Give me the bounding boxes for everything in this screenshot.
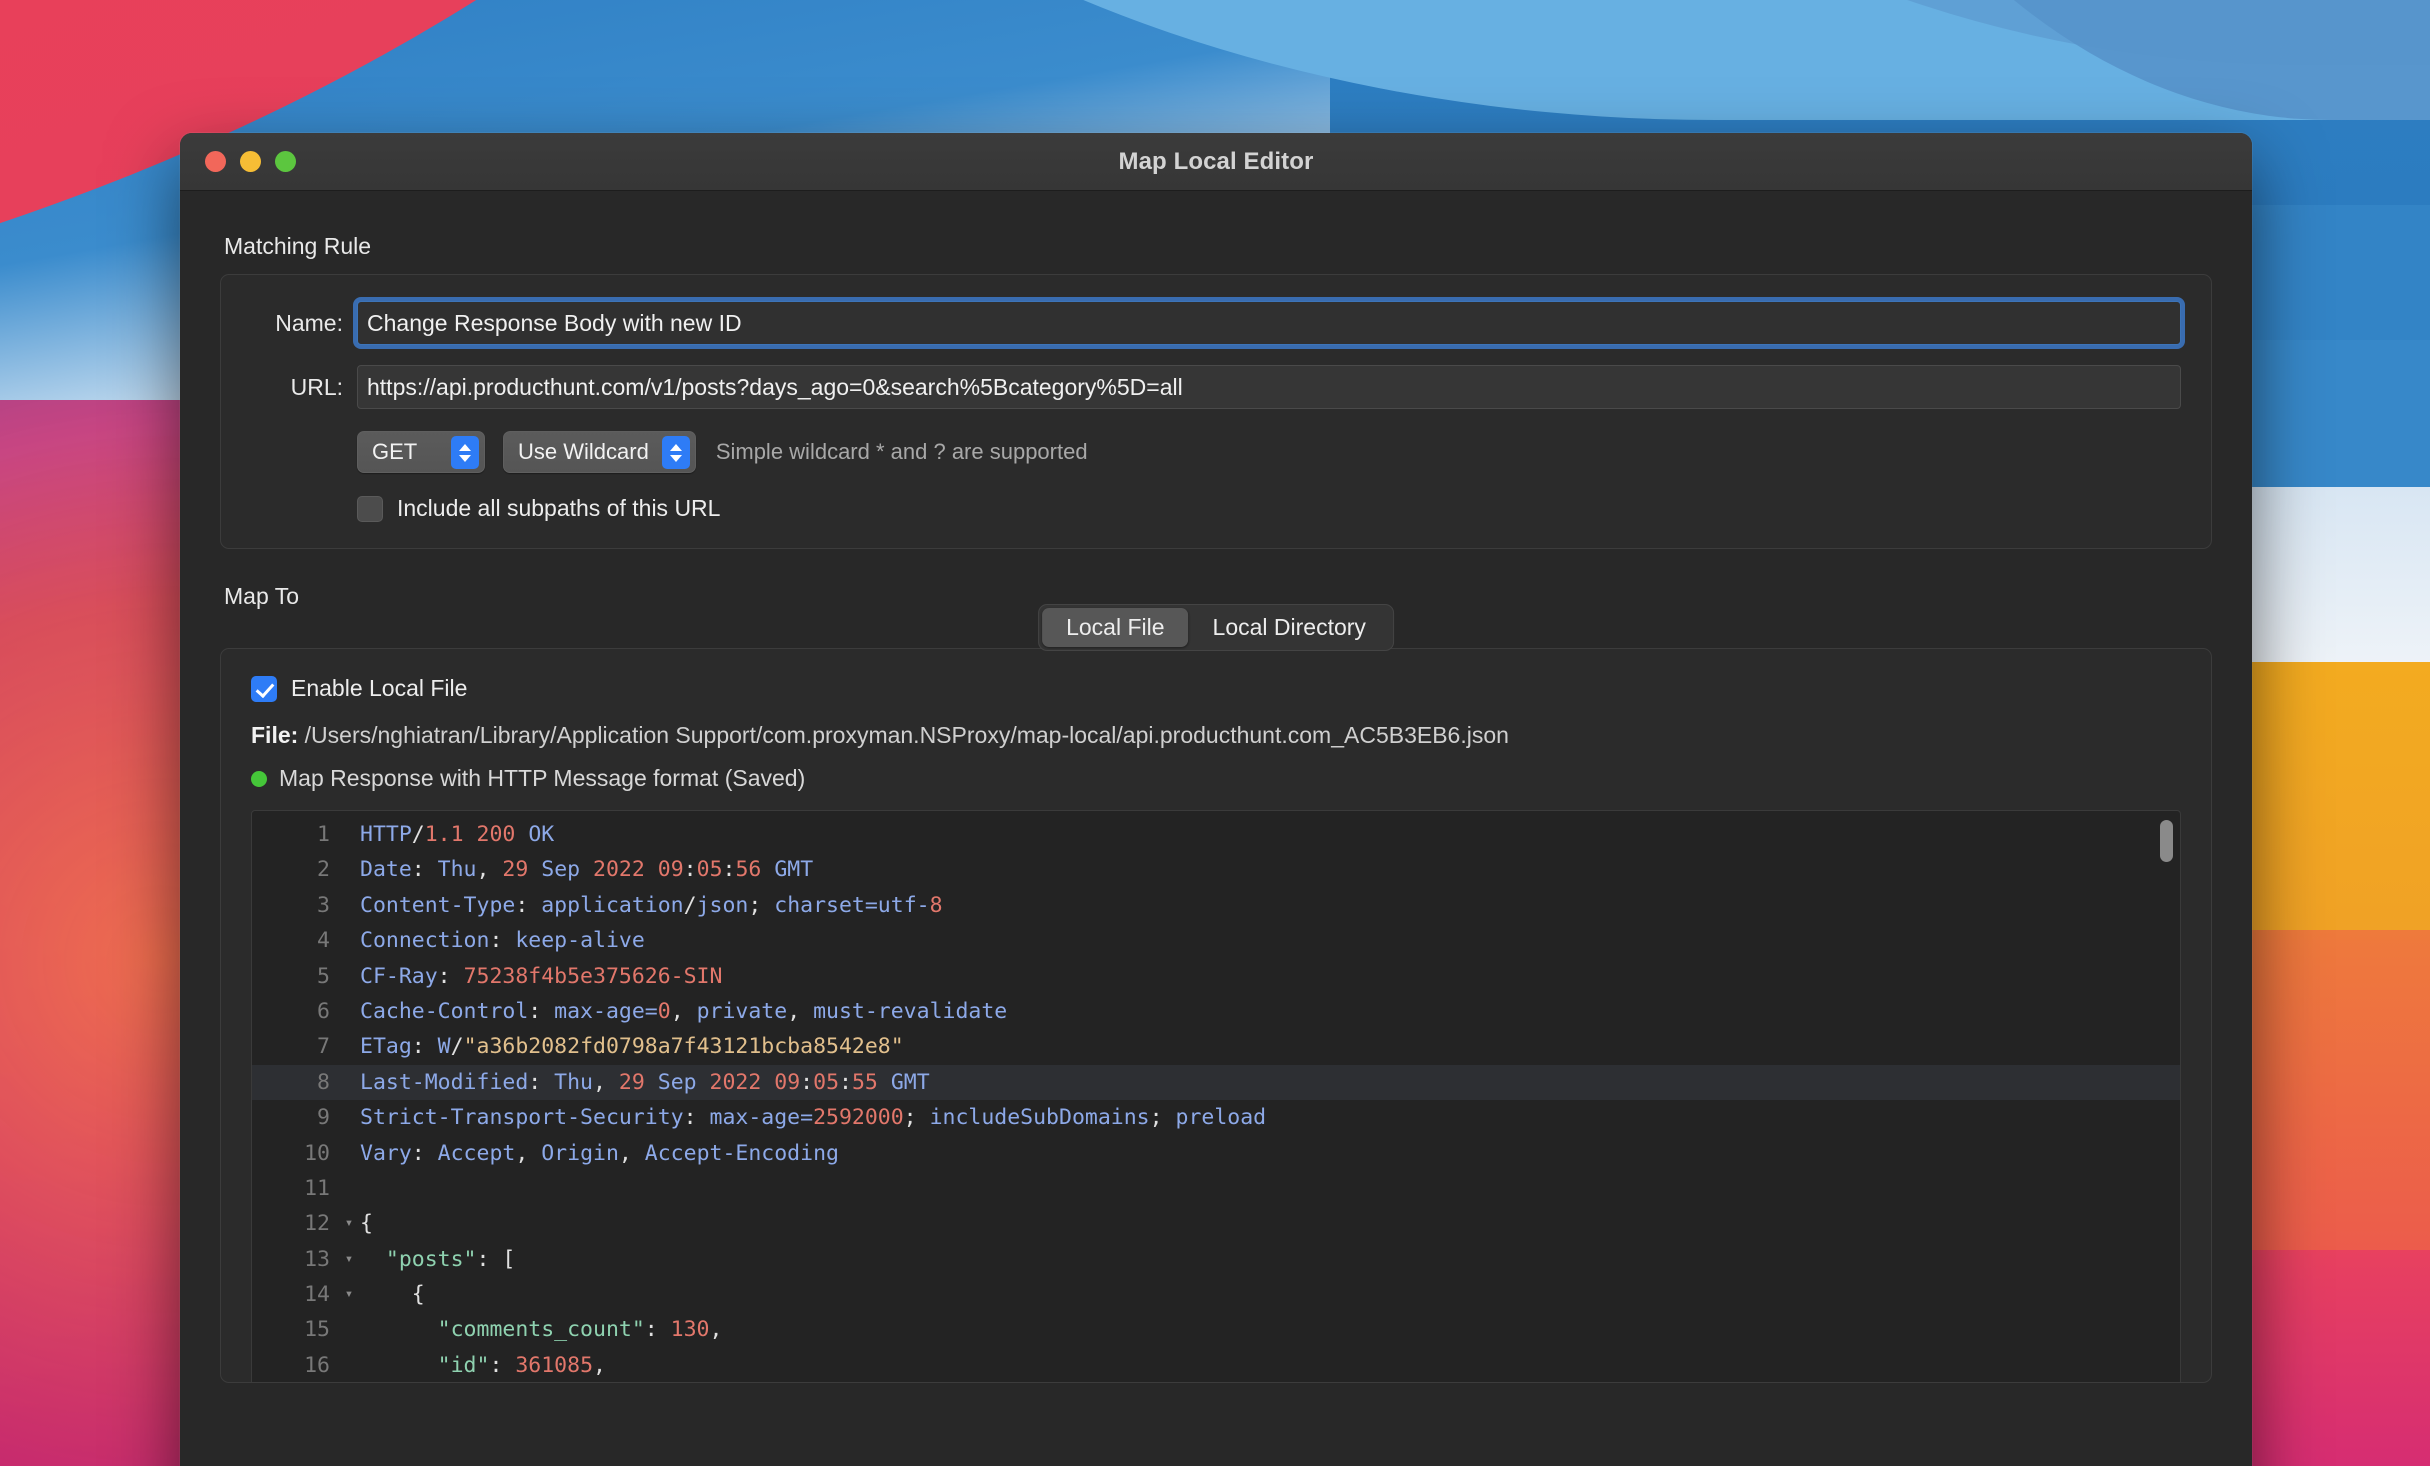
line-number: 3 — [317, 892, 330, 918]
response-code-editor[interactable]: 1 HTTP/1.1 200 OK 2 Date: Thu, 29 Sep 2022 … — [251, 810, 2181, 1382]
code-line-text: { — [360, 1211, 373, 1237]
code-line: 3 Content-Type: application/json; charset… — [252, 888, 2180, 923]
enable-local-file-row[interactable]: Enable Local File — [251, 675, 2181, 702]
code-line-text: "posts": [ — [385, 1246, 516, 1272]
code-line-text: HTTP/1.1 200 OK — [360, 822, 555, 847]
window-title: Map Local Editor — [1118, 147, 1314, 175]
code-line-text: Strict-Transport-Security: max-age=25920… — [360, 1105, 1267, 1131]
map-local-editor-window: Map Local Editor Matching Rule Name: URL… — [180, 133, 2252, 1466]
http-method-select[interactable]: GET — [357, 431, 485, 473]
line-number: 9 — [317, 1105, 330, 1131]
file-path-value: /Users/nghiatran/Library/Application Sup… — [304, 722, 1509, 748]
line-number: 16 — [304, 1352, 330, 1378]
chevron-updown-icon — [451, 436, 479, 469]
code-line-text: { — [411, 1282, 425, 1308]
include-subpaths-label: Include all subpaths of this URL — [397, 495, 721, 521]
fold-triangle-icon[interactable]: ▾ — [338, 1277, 360, 1312]
code-line: 5 CF-Ray: 75238f4b5e375626-SIN — [252, 959, 2180, 994]
code-line: 14 ▾ { — [252, 1277, 2180, 1312]
url-row: URL: — [251, 365, 2181, 409]
matching-rule-group: Name: URL: GET Use Wildcard — [220, 274, 2212, 549]
wildcard-hint-text: Simple wildcard * and ? are supported — [715, 439, 1088, 464]
map-to-group: Enable Local File File: /Users/nghiatran… — [220, 648, 2212, 1383]
status-dot-icon — [251, 770, 267, 787]
editor-scrollbar-thumb[interactable] — [2160, 820, 2173, 862]
line-number: 13 — [304, 1246, 330, 1272]
method-and-match-row: GET Use Wildcard Simple wildcard * and ?… — [251, 431, 2181, 473]
file-path-row: File: /Users/nghiatran/Library/Applicati… — [251, 722, 2181, 749]
code-line: 4 Connection: keep-alive — [252, 923, 2180, 958]
code-line: 9 Strict-Transport-Security: max-age=2592… — [252, 1100, 2180, 1135]
line-number: 1 — [317, 822, 330, 847]
rule-url-input[interactable] — [357, 365, 2181, 409]
chevron-updown-icon — [661, 436, 690, 469]
fold-triangle-icon[interactable]: ▾ — [338, 1242, 360, 1277]
code-line-text: Cache-Control: max-age=0, private, must-… — [360, 998, 1008, 1024]
rule-name-input[interactable] — [357, 301, 2181, 345]
window-content: Matching Rule Name: URL: GET Use — [180, 191, 2252, 1466]
line-number: 10 — [304, 1140, 330, 1166]
name-label: Name: — [275, 309, 343, 336]
line-number: 12 — [304, 1211, 330, 1237]
code-line: 2 Date: Thu, 29 Sep 2022 09:05:56 GMT — [252, 852, 2180, 887]
code-line: 16 "id": 361085, — [252, 1348, 2180, 1382]
map-to-tabs: Local File Local Directory — [1038, 604, 1394, 651]
code-line-text: "comments_count": 130, — [437, 1317, 723, 1343]
line-number: 8 — [317, 1069, 330, 1095]
code-line: 10 Vary: Accept, Origin, Accept-Encoding — [252, 1136, 2180, 1171]
code-line: 13 ▾ "posts": [ — [252, 1242, 2180, 1277]
tab-local-directory[interactable]: Local Directory — [1189, 608, 1390, 647]
matching-rule-heading: Matching Rule — [224, 233, 372, 259]
code-line: 7 ETag: W/"a36b2082fd0798a7f43121bcba8542… — [252, 1029, 2180, 1064]
code-line: 6 Cache-Control: max-age=0, private, must… — [252, 994, 2180, 1029]
line-number: 2 — [317, 857, 330, 883]
include-subpaths-row[interactable]: Include all subpaths of this URL — [251, 495, 2181, 522]
code-line: 8 Last-Modified: Thu, 29 Sep 2022 09:05:5… — [252, 1064, 2180, 1101]
line-number: 7 — [317, 1034, 330, 1060]
desktop-wallpaper: Map Local Editor Matching Rule Name: URL… — [0, 0, 2430, 1466]
line-number: 14 — [304, 1282, 330, 1308]
window-titlebar[interactable]: Map Local Editor — [180, 133, 2252, 191]
code-line: 15 "comments_count": 130, — [252, 1312, 2180, 1347]
match-type-select[interactable]: Use Wildcard — [503, 431, 696, 473]
http-method-value: GET — [372, 439, 418, 464]
file-label: File: — [251, 722, 299, 748]
line-number: 15 — [304, 1317, 330, 1343]
line-number: 5 — [317, 963, 330, 989]
line-number: 6 — [317, 998, 330, 1024]
code-line: 12 ▾{ — [252, 1206, 2180, 1241]
enable-local-file-checkbox[interactable] — [251, 675, 277, 702]
code-line-text: "id": 361085, — [437, 1352, 606, 1378]
fold-triangle-icon[interactable]: ▾ — [338, 1206, 360, 1241]
code-line: 11 — [252, 1171, 2180, 1206]
name-row: Name: — [251, 301, 2181, 345]
code-line: 1 HTTP/1.1 200 OK — [252, 817, 2180, 852]
code-line-text: ETag: W/"a36b2082fd0798a7f43121bcba8542e… — [360, 1034, 904, 1060]
code-line-text: CF-Ray: 75238f4b5e375626-SIN — [360, 963, 723, 989]
match-type-value: Use Wildcard — [518, 439, 649, 464]
code-line-text: Connection: keep-alive — [360, 928, 645, 954]
enable-local-file-label: Enable Local File — [291, 675, 468, 701]
code-line-text: Vary: Accept, Origin, Accept-Encoding — [360, 1140, 839, 1166]
code-line-text: Content-Type: application/json; charset=… — [360, 892, 943, 918]
code-line-text: Last-Modified: Thu, 29 Sep 2022 09:05:55… — [360, 1069, 930, 1095]
code-line-text: Date: Thu, 29 Sep 2022 09:05:56 GMT — [360, 857, 814, 883]
line-number: 4 — [317, 928, 330, 954]
line-number: 11 — [304, 1175, 330, 1201]
tab-local-file[interactable]: Local File — [1042, 608, 1189, 647]
map-status-text: Map Response with HTTP Message format (S… — [279, 765, 806, 791]
url-label: URL: — [290, 373, 343, 400]
include-subpaths-checkbox[interactable] — [357, 495, 383, 522]
map-to-section: Map To Local File Local Directory Enable… — [220, 583, 2212, 1383]
map-status-row: Map Response with HTTP Message format (S… — [251, 765, 2181, 792]
